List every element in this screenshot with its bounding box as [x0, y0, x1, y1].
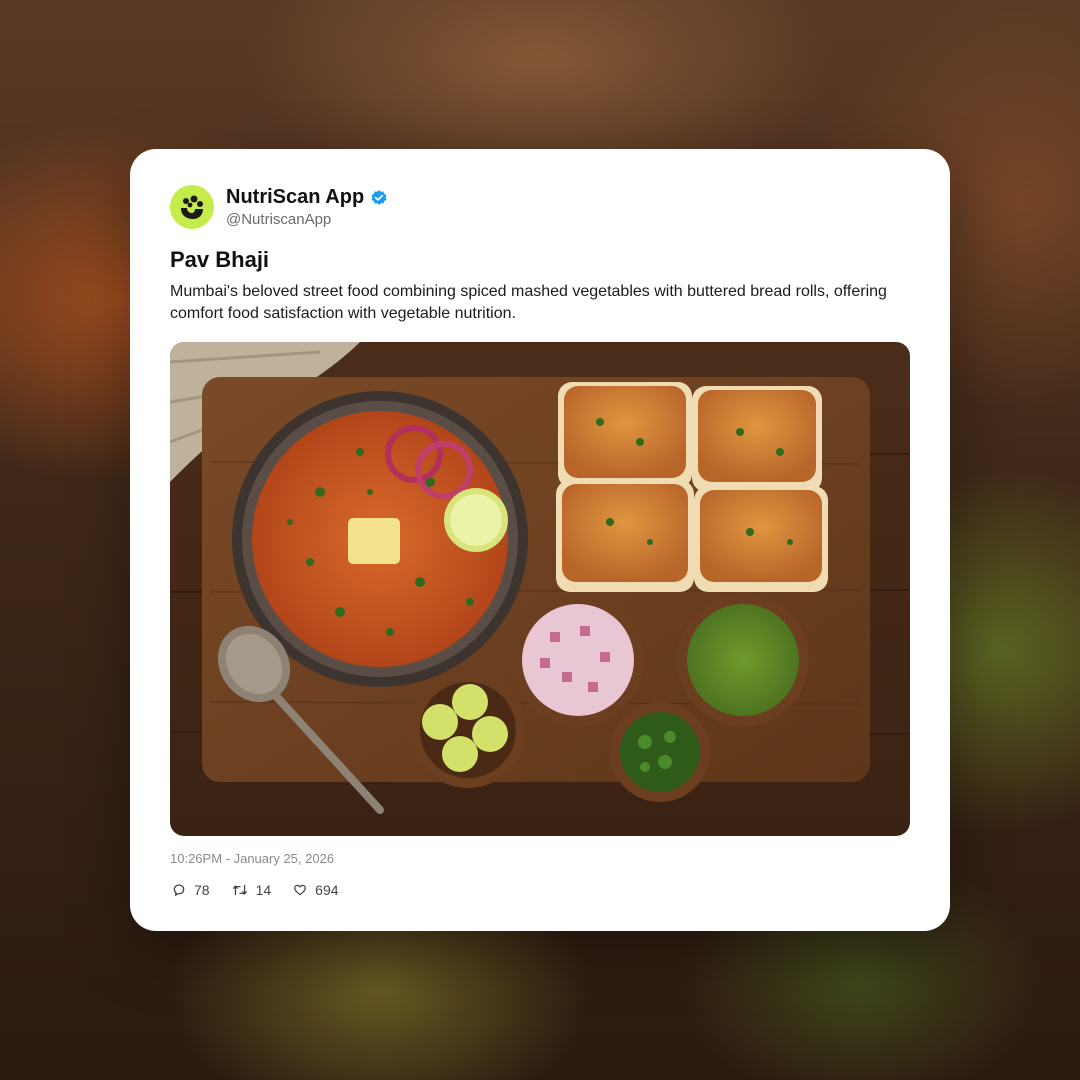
nutriscan-logo-icon — [181, 195, 203, 219]
post-title: Pav Bhaji — [170, 247, 270, 272]
author-block: NutriScan App @NutriscanApp — [226, 186, 388, 228]
retweet-count: 14 — [255, 882, 272, 898]
author-name[interactable]: NutriScan App — [226, 186, 364, 209]
like-count: 694 — [315, 882, 339, 898]
name-row: NutriScan App — [226, 186, 388, 209]
retweet-icon — [232, 884, 247, 896]
retweet-button[interactable]: 14 — [232, 882, 272, 898]
post-timestamp: 10:26PM - January 25, 2026 — [170, 851, 335, 866]
verified-badge-icon — [370, 189, 388, 207]
speech-bubble-icon — [173, 884, 185, 896]
heart-icon — [294, 884, 307, 896]
post-header: NutriScan App @NutriscanApp — [170, 185, 388, 229]
reply-button[interactable]: 78 — [172, 882, 210, 898]
reply-count: 78 — [194, 882, 210, 898]
avatar[interactable] — [170, 185, 214, 229]
engagement-stats: 78 14 694 — [172, 882, 361, 898]
like-button[interactable]: 694 — [293, 882, 339, 898]
food-photo[interactable] — [170, 342, 910, 836]
author-handle[interactable]: @NutriscanApp — [226, 211, 388, 228]
post-card: NutriScan App @NutriscanApp Pav Bhaji Mu… — [130, 149, 950, 931]
post-description: Mumbai's beloved street food combining s… — [170, 283, 887, 322]
